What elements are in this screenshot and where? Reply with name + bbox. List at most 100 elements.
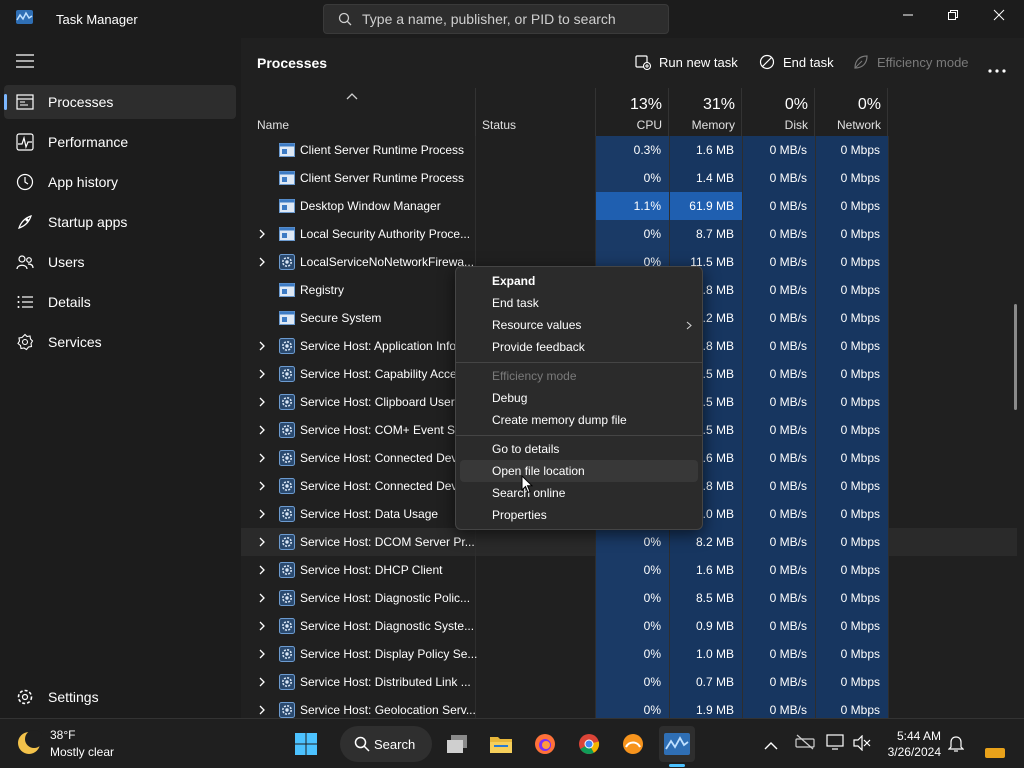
run-new-task-button[interactable]: Run new task — [635, 48, 738, 76]
disk-value: 0 MB/s — [769, 451, 807, 465]
gear-icon — [279, 562, 295, 578]
chevron-right-icon[interactable] — [258, 649, 266, 659]
gear-icon — [279, 702, 295, 718]
menu-item-search-online[interactable]: Search online — [460, 482, 698, 504]
column-header-disk[interactable]: 0% Disk — [742, 88, 815, 136]
network-value: 0 Mbps — [840, 619, 880, 633]
table-row[interactable]: Service Host: Diagnostic Polic... 0% 8.5 M… — [241, 584, 1017, 612]
chevron-right-icon[interactable] — [258, 621, 266, 631]
maximize-button[interactable] — [930, 0, 976, 30]
file-explorer-button[interactable] — [483, 726, 519, 762]
task-view-icon — [447, 735, 467, 753]
network-value: 0 Mbps — [840, 227, 880, 241]
table-row[interactable]: Service Host: Diagnostic Syste... 0% 0.9 M… — [241, 612, 1017, 640]
chevron-right-icon[interactable] — [258, 229, 266, 239]
disk-value: 0 MB/s — [769, 647, 807, 661]
table-row[interactable]: Local Security Authority Proce... 0% 8.7 M… — [241, 220, 1017, 248]
menu-item-provide-feedback[interactable]: Provide feedback — [460, 336, 698, 358]
network-value: 0 Mbps — [840, 675, 880, 689]
search-input[interactable] — [362, 5, 662, 33]
nav-item-app-history[interactable]: App history — [4, 165, 236, 199]
chevron-right-icon[interactable] — [258, 705, 266, 715]
gear-icon — [279, 254, 295, 270]
table-row[interactable]: Client Server Runtime Process 0% 1.4 MB 0 M… — [241, 164, 1017, 192]
title-bar: Task Manager — [0, 0, 1024, 38]
table-row[interactable]: Desktop Window Manager 1.1% 61.9 MB 0 MB/s 0… — [241, 192, 1017, 220]
menu-item-open-file-location[interactable]: Open file location — [460, 460, 698, 482]
nav-item-startup-apps[interactable]: Startup apps — [4, 205, 236, 239]
network-value: 0 Mbps — [840, 423, 880, 437]
table-row[interactable]: Client Server Runtime Process 0.3% 1.6 MB 0… — [241, 136, 1017, 164]
table-row[interactable]: Service Host: DCOM Server Pr... 0% 8.2 MB 0… — [241, 528, 1017, 556]
chevron-right-icon[interactable] — [258, 537, 266, 547]
table-row[interactable]: Service Host: Distributed Link ... 0% 0.7 … — [241, 668, 1017, 696]
disk-value: 0 MB/s — [769, 563, 807, 577]
column-header-cpu[interactable]: 13% CPU — [596, 88, 669, 136]
pinned-app-button[interactable] — [615, 726, 651, 762]
task-manager-taskbar-button[interactable] — [659, 726, 695, 762]
chevron-right-icon[interactable] — [258, 677, 266, 687]
scrollbar-thumb[interactable] — [1014, 304, 1017, 410]
memory-value: 8.5 MB — [695, 591, 734, 605]
hamburger-menu-icon[interactable] — [16, 54, 34, 68]
table-row[interactable]: Service Host: Display Policy Se... 0% 1.0 … — [241, 640, 1017, 668]
chevron-right-icon[interactable] — [258, 453, 266, 463]
cpu-value: 0% — [643, 591, 661, 605]
chevron-right-icon[interactable] — [258, 397, 266, 407]
column-header-memory[interactable]: 31% Memory — [669, 88, 742, 136]
process-name: Secure System — [300, 311, 382, 325]
menu-item-expand[interactable]: Expand — [460, 270, 698, 292]
more-options-button[interactable] — [988, 60, 1006, 78]
close-button[interactable] — [976, 0, 1022, 30]
table-row[interactable]: Service Host: DHCP Client 0% 1.6 MB 0 MB/s 0… — [241, 556, 1017, 584]
chevron-right-icon[interactable] — [258, 593, 266, 603]
chevron-right-icon[interactable] — [258, 369, 266, 379]
nav-item-processes[interactable]: Processes — [4, 85, 236, 119]
chevron-right-icon[interactable] — [258, 509, 266, 519]
chevron-right-icon[interactable] — [258, 341, 266, 351]
nav-item-details[interactable]: Details — [4, 285, 236, 319]
chevron-right-icon[interactable] — [258, 425, 266, 435]
menu-item-create-memory-dump[interactable]: Create memory dump file — [460, 409, 698, 431]
cpu-label: CPU — [636, 118, 662, 132]
nav-item-services[interactable]: Services — [4, 325, 236, 359]
process-name: Service Host: COM+ Event Sy — [300, 423, 462, 437]
minimize-button[interactable] — [885, 0, 931, 30]
task-view-button[interactable] — [439, 726, 475, 762]
menu-item-properties[interactable]: Properties — [460, 504, 698, 526]
nav-label: Startup apps — [48, 214, 128, 230]
efficiency-mode-button[interactable]: Efficiency mode — [853, 48, 969, 76]
table-row[interactable]: Service Host: Geolocation Serv... 0% 1.9 M… — [241, 696, 1017, 718]
start-button[interactable] — [288, 726, 324, 762]
menu-item-label: End task — [492, 296, 539, 310]
menu-item-debug[interactable]: Debug — [460, 387, 698, 409]
clock-date[interactable]: 3/26/2024 — [883, 745, 941, 759]
network-tray-button[interactable] — [795, 734, 815, 755]
column-header-network[interactable]: 0% Network — [815, 88, 888, 136]
notifications-button[interactable] — [947, 735, 965, 757]
menu-item-resource-values[interactable]: Resource values — [460, 314, 698, 336]
menu-item-go-to-details[interactable]: Go to details — [460, 438, 698, 460]
nav-item-settings[interactable]: Settings — [4, 680, 236, 714]
show-hidden-icons-button[interactable] — [764, 737, 778, 755]
firefox-button[interactable] — [527, 726, 563, 762]
display-tray-button[interactable] — [826, 734, 846, 755]
menu-item-end-task[interactable]: End task — [460, 292, 698, 314]
moon-weather-icon[interactable] — [16, 730, 42, 756]
end-task-button[interactable]: End task — [759, 48, 834, 76]
nav-label: Details — [48, 294, 91, 310]
menu-item-efficiency-mode[interactable]: Efficiency mode — [460, 365, 698, 387]
disk-label: Disk — [784, 118, 808, 132]
chevron-right-icon[interactable] — [258, 257, 266, 267]
nav-item-performance[interactable]: Performance — [4, 125, 236, 159]
nav-item-users[interactable]: Users — [4, 245, 236, 279]
chrome-button[interactable] — [571, 726, 607, 762]
volume-tray-button[interactable] — [853, 734, 871, 756]
memory-value: 0.9 MB — [695, 619, 734, 633]
network-value: 0 Mbps — [840, 171, 880, 185]
chevron-right-icon[interactable] — [258, 565, 266, 575]
mouse-cursor-icon — [521, 475, 533, 494]
clock-time[interactable]: 5:44 AM — [895, 729, 941, 743]
search-box[interactable] — [323, 4, 669, 34]
chevron-right-icon[interactable] — [258, 481, 266, 491]
